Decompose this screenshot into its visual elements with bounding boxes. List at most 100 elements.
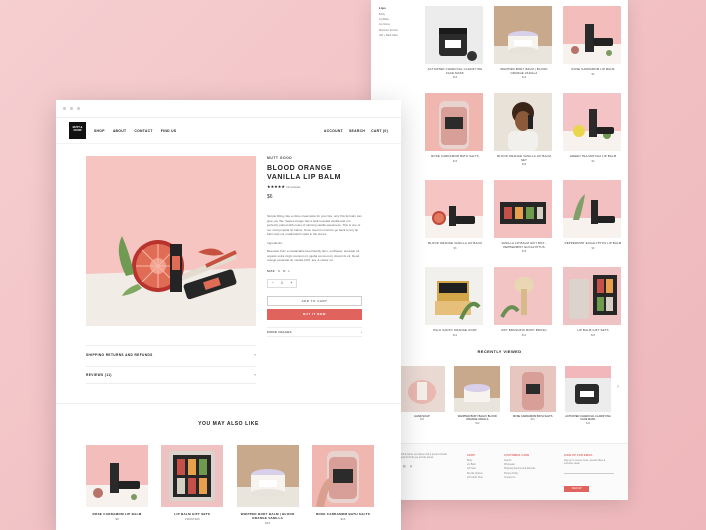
nav-find-us[interactable]: FIND US	[161, 129, 177, 133]
accordion-shipping[interactable]: SHIPPING RETURNS AND REFUNDS ›	[86, 345, 256, 363]
add-to-cart-button[interactable]: ADD TO CART	[267, 295, 362, 306]
subscribe-button[interactable]: SIGN UP	[564, 486, 589, 492]
product-name[interactable]: BLOOD ORANGE VANILLA LIP BALM SET	[494, 154, 554, 162]
size-option-l[interactable]: L	[288, 269, 290, 273]
related-card[interactable]: ROSE CARDAMOM BATH SALTS $16	[311, 445, 374, 525]
recent-name[interactable]: ACTIVATED CHARCOAL CLARIFYING FACE MASK	[565, 415, 611, 422]
qty-increase-button[interactable]: +	[290, 281, 292, 285]
nav-cart[interactable]: CART (0)	[371, 129, 388, 133]
footer-link[interactable]: Body	[467, 460, 483, 462]
filter-item[interactable]: Gift + Bath Salts	[379, 34, 419, 37]
product-name[interactable]: WHIPPED BODY BALM | BLOOD ORANGE VANILLA	[494, 67, 554, 75]
product-image[interactable]	[425, 180, 483, 238]
review-count[interactable]: 13 reviews	[286, 185, 300, 189]
recent-image[interactable]	[399, 366, 445, 412]
footer-link[interactable]: Gift Cards Here	[467, 477, 483, 479]
related-image[interactable]	[311, 445, 374, 507]
related-image[interactable]	[86, 445, 148, 507]
product-name[interactable]: ROSE CARDAMOM BATH SALTS	[425, 154, 485, 159]
product-card[interactable]: WHIPPED BODY BALM | BLOOD ORANGE VANILLA…	[494, 6, 554, 89]
filter-item[interactable]: Lip Balm	[379, 18, 419, 21]
recent-image[interactable]	[564, 366, 611, 412]
product-image[interactable]	[494, 267, 552, 325]
footer-link[interactable]: Contact Us	[504, 477, 535, 479]
recent-card[interactable]: ROSE CARDAMOM BATH SALTS $16	[509, 366, 556, 425]
buy-now-button[interactable]: BUY IT NOW	[267, 308, 362, 320]
more-images-toggle[interactable]: MORE IMAGES ›	[267, 326, 362, 337]
filter-item[interactable]: Body	[379, 13, 419, 16]
filter-item[interactable]: Lip Gloss	[379, 23, 419, 26]
recent-card[interactable]: ACTIVATED CHARCOAL CLARIFYING FACE MASK …	[564, 366, 611, 425]
email-field[interactable]	[564, 469, 614, 474]
product-card[interactable]: BLOOD ORANGE VANILLA LIP BALM SET $18	[494, 93, 554, 176]
product-name[interactable]: DRY BRUSHING BODY BRUSH	[494, 328, 554, 333]
product-image[interactable]	[494, 6, 552, 64]
footer-link[interactable]: Bundle Options	[467, 473, 483, 475]
pinterest-icon[interactable]: p	[410, 464, 412, 468]
product-name[interactable]: VANILLA LIP BALM GIFT BOX - PEPPERMINT E…	[494, 241, 554, 249]
product-image[interactable]	[563, 93, 621, 151]
recent-image[interactable]	[454, 366, 501, 412]
nav-shop[interactable]: SHOP	[94, 129, 105, 133]
product-name[interactable]: LIP BALM GIFT SETS	[563, 328, 623, 333]
accordion-reviews[interactable]: REVIEWS (11) ›	[86, 366, 256, 384]
recent-card[interactable]: HAND SOAP $12	[399, 366, 445, 425]
product-name[interactable]: ROSE CARDAMOM LIP BALM	[563, 67, 623, 72]
product-card[interactable]: PALO SANTO ORANGE SOAP $12	[425, 267, 485, 350]
footer-link[interactable]: Gift Sets	[467, 468, 483, 470]
product-name[interactable]: ACTIVATED CHARCOAL CLARIFYING FACE MASK	[425, 67, 485, 75]
product-image[interactable]	[563, 267, 621, 325]
chevron-right-icon[interactable]: ›	[617, 384, 619, 390]
qty-decrease-button[interactable]: −	[272, 281, 274, 285]
related-card[interactable]: ROSE CARDAMOM LIP BALM $6	[86, 445, 148, 525]
related-name[interactable]: LIP BALM GIFT SETS	[161, 512, 223, 516]
product-image[interactable]	[563, 6, 621, 64]
size-option-m[interactable]: M	[283, 269, 286, 273]
instagram-icon[interactable]: ◎	[403, 464, 406, 468]
product-image[interactable]	[425, 6, 483, 64]
qty-value[interactable]: 1	[281, 281, 283, 285]
footer-link[interactable]: Privacy Policy	[504, 473, 535, 475]
nav-about[interactable]: ABOUT	[113, 129, 127, 133]
related-image[interactable]	[236, 445, 299, 507]
product-hero-image[interactable]	[86, 156, 256, 326]
window-maximize-dot[interactable]	[77, 107, 80, 110]
recent-image[interactable]	[509, 366, 556, 412]
related-card[interactable]: LIP BALM GIFT SETS FROM $25	[161, 445, 224, 525]
product-name[interactable]: PALO SANTO ORANGE SOAP	[425, 328, 485, 333]
recent-card[interactable]: WHIPPED BODY BALM | BLOOD ORANGE VANILLA…	[454, 366, 501, 425]
related-name[interactable]: ROSE CARDAMOM LIP BALM	[86, 512, 148, 516]
filter-item[interactable]: Moisture Scrubs	[379, 29, 419, 32]
nav-search[interactable]: SEARCH	[349, 129, 365, 133]
related-name[interactable]: WHIPPED BODY BALM | BLOOD ORANGE VANILLA	[237, 512, 299, 520]
nav-account[interactable]: ACCOUNT	[324, 129, 343, 133]
related-card[interactable]: WHIPPED BODY BALM | BLOOD ORANGE VANILLA…	[236, 445, 299, 525]
nav-contact[interactable]: CONTACT	[134, 129, 152, 133]
brand-logo[interactable]: MUTT & GOOD	[69, 122, 86, 139]
product-image[interactable]	[563, 180, 621, 238]
product-image[interactable]	[494, 180, 552, 238]
size-option-s[interactable]: S	[278, 269, 280, 273]
product-card[interactable]: ROSE CARDAMOM BATH SALTS $16	[425, 93, 485, 176]
product-image[interactable]	[425, 93, 483, 151]
related-image[interactable]	[161, 445, 224, 507]
product-card[interactable]: ACTIVATED CHARCOAL CLARIFYING FACE MASK …	[425, 6, 485, 89]
product-card[interactable]: ROSE CARDAMOM LIP BALM $6	[563, 6, 623, 89]
footer-link[interactable]: Lip Balm	[467, 464, 483, 466]
product-card[interactable]: GREEN TEA MATCHA LIP BALM $6	[563, 93, 623, 176]
footer-link[interactable]: Search	[504, 460, 535, 462]
product-image[interactable]	[494, 93, 552, 151]
footer-link[interactable]: Wholesale	[504, 464, 535, 466]
related-name[interactable]: ROSE CARDAMOM BATH SALTS	[312, 512, 374, 516]
product-name[interactable]: GREEN TEA MATCHA LIP BALM	[563, 154, 623, 159]
product-name[interactable]: PEPPERMINT EUCALYPTUS LIP BALM	[563, 241, 623, 246]
rating[interactable]: ★★★★★ 13 reviews	[267, 184, 362, 189]
product-card[interactable]: BLOOD ORANGE VANILLA LIP BALM $6	[425, 180, 485, 263]
product-card[interactable]: PEPPERMINT EUCALYPTUS LIP BALM $6	[563, 180, 623, 263]
product-brand[interactable]: MUTT GOOD	[267, 156, 362, 160]
window-minimize-dot[interactable]	[70, 107, 73, 110]
footer-link[interactable]: Shipping Returns and Refunds	[504, 468, 535, 470]
recent-name[interactable]: WHIPPED BODY BALM | BLOOD ORANGE VANILLA	[454, 415, 500, 422]
window-close-dot[interactable]	[63, 107, 66, 110]
product-card[interactable]: VANILLA LIP BALM GIFT BOX - PEPPERMINT E…	[494, 180, 554, 263]
